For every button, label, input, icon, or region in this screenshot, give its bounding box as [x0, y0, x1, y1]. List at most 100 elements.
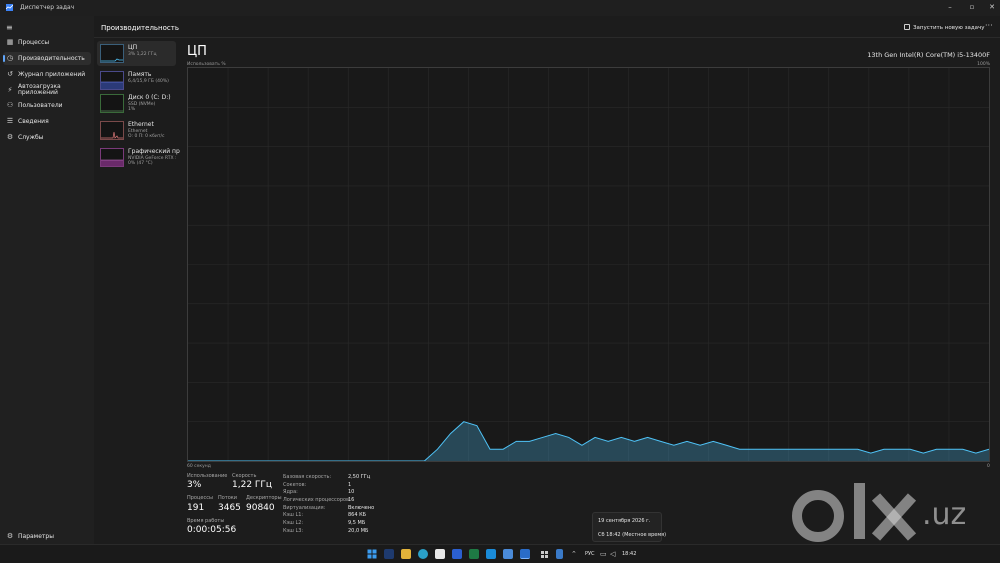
sidebar-item-performance[interactable]: ◷ Производительность	[3, 52, 91, 65]
device-detail: 6,4/15,9 ГБ (40%)	[128, 79, 169, 84]
device-memory[interactable]: Память 6,4/15,9 ГБ (40%)	[97, 68, 176, 93]
list-icon: ☰	[6, 117, 14, 125]
device-detail: О: 0 П: 0 кбит/с	[128, 134, 165, 139]
photos-icon[interactable]	[503, 549, 513, 559]
spec-label: Ядра:	[283, 489, 298, 495]
spec-value: Включено	[348, 505, 375, 511]
spec-label: Кэш L2:	[283, 520, 304, 526]
spec-label: Кэш L3:	[283, 528, 304, 534]
clock[interactable]: 18:42	[622, 551, 636, 557]
device-cpu[interactable]: ЦП 3% 1,22 ГГц	[97, 41, 176, 66]
spec-label: Логических процессоров:	[283, 497, 351, 503]
device-disk[interactable]: Диск 0 (C: D:) SSD (NVMe) 1%	[97, 91, 176, 116]
speed-value: 1,22 ГГц	[232, 480, 273, 490]
device-gpu[interactable]: Графический пр NVIDIA GeForce RTX : 0% (…	[97, 145, 180, 170]
window-title: Диспетчер задач	[20, 4, 75, 11]
task-manager-icon	[6, 4, 13, 11]
task-manager-taskbar-icon[interactable]	[520, 549, 530, 559]
maximize-button[interactable]: ▫	[962, 2, 982, 12]
date-time-flyout: 19 сентября 2026 г. Сб 18:42 (Местное вр…	[592, 512, 666, 542]
edge-icon[interactable]	[418, 549, 428, 559]
threads-label: Потоки	[218, 495, 238, 501]
start-icon[interactable]	[367, 549, 377, 559]
sidebar-item-label: Службы	[18, 134, 44, 141]
spec-value: 2,50 ГГц	[348, 474, 371, 480]
more-options-button[interactable]: ···	[985, 21, 993, 30]
threads-value: 3465	[218, 503, 241, 513]
excel-icon[interactable]	[469, 549, 479, 559]
spec-value: 16	[348, 497, 355, 503]
device-name: Диск 0 (C: D:)	[128, 94, 171, 101]
page-title: Производительность	[101, 24, 179, 32]
processes-label: Процессы	[187, 495, 213, 501]
spec-value: 10	[348, 489, 355, 495]
graph-time-label: 60 секунд	[187, 464, 211, 469]
usage-value: 3%	[187, 480, 202, 490]
minimize-button[interactable]: –	[940, 2, 960, 12]
hamburger-menu-icon[interactable]: ≡	[6, 23, 13, 32]
memory-thumbnail	[100, 71, 124, 90]
sidebar-item-details[interactable]: ☰ Сведения	[3, 115, 91, 128]
performance-icon: ◷	[6, 54, 14, 62]
cpu-model: 13th Gen Intel(R) Core(TM) i5-13400F	[867, 51, 990, 59]
sidebar-item-settings[interactable]: ⚙ Параметры	[3, 530, 91, 541]
users-icon: ⚇	[6, 101, 14, 109]
close-button[interactable]: ✕	[982, 2, 1000, 12]
widgets-icon[interactable]	[556, 549, 563, 559]
uptime-label: Время работы	[187, 518, 225, 524]
volume-icon[interactable]: ◁	[610, 549, 617, 559]
chevron-up-icon[interactable]: ⌃	[571, 549, 578, 559]
sidebar-item-services[interactable]: ⚙ Службы	[3, 131, 91, 144]
spec-value: 1	[348, 482, 352, 488]
run-task-icon	[904, 24, 910, 30]
cpu-usage-graph-svg	[188, 68, 989, 461]
device-detail: 0% (47 °C)	[128, 161, 153, 166]
run-task-label: Запустить новую задачу	[913, 25, 985, 31]
handles-label: Дескрипторы	[246, 495, 282, 501]
services-icon: ⚙	[6, 133, 14, 141]
vpn-app-icon[interactable]	[384, 549, 394, 559]
grid-icon: ▦	[6, 38, 14, 46]
disk-thumbnail	[100, 94, 124, 113]
device-name: Ethernet	[128, 121, 154, 128]
watermark-text: .uz	[922, 497, 967, 532]
network-icon[interactable]: ▭	[600, 549, 607, 559]
startup-icon: ⚡	[7, 86, 13, 94]
store-icon[interactable]	[435, 549, 445, 559]
speed-label: Скорость	[232, 473, 257, 479]
title-bar: Диспетчер задач – ▫ ✕	[0, 0, 1000, 16]
sidebar-item-app-history[interactable]: ↺ Журнал приложений	[3, 68, 91, 81]
device-name: Память	[128, 71, 152, 78]
device-detail: 1%	[128, 107, 136, 112]
cpu-thumbnail	[100, 44, 124, 63]
sidebar-item-processes[interactable]: ▦ Процессы	[3, 36, 91, 49]
sidebar-item-startup[interactable]: ⚡ Автозагрузка приложений	[3, 84, 91, 97]
sidebar-item-users[interactable]: ⚇ Пользователи	[3, 99, 91, 112]
device-ethernet[interactable]: Ethernet Ethernet О: 0 П: 0 кбит/с	[97, 118, 176, 143]
device-detail: 3% 1,22 ГГц	[128, 52, 157, 57]
flyout-time: Сб 18:42 (Местное время)	[598, 532, 667, 538]
apps-icon[interactable]	[541, 549, 548, 559]
gpu-thumbnail	[100, 148, 124, 167]
device-name: Графический пр	[128, 148, 180, 155]
processes-value: 191	[187, 503, 205, 513]
spec-label: Сокетов:	[283, 482, 307, 488]
sidebar-item-label: Автозагрузка приложений	[18, 83, 61, 96]
outlook-icon[interactable]	[486, 549, 496, 559]
word-icon[interactable]	[452, 549, 462, 559]
device-list: ЦП 3% 1,22 ГГц Память 6,4/15,9 ГБ (40%) …	[94, 38, 182, 544]
ethernet-thumbnail	[100, 121, 124, 140]
usage-label: Использование	[187, 473, 228, 479]
spec-label: Виртуализация:	[283, 505, 326, 511]
gear-icon: ⚙	[6, 532, 14, 540]
language-indicator[interactable]: РУС	[585, 551, 595, 557]
spec-value: 864 КБ	[348, 512, 367, 518]
sidebar-item-label: Производительность	[18, 55, 85, 62]
run-new-task-button[interactable]: Запустить новую задачу	[904, 24, 985, 31]
sidebar-item-label: Параметры	[18, 533, 54, 540]
file-explorer-icon[interactable]	[401, 549, 411, 559]
uptime-value: 0:00:05:56	[187, 525, 237, 535]
cpu-usage-graph	[187, 67, 990, 462]
header: Производительность Запустить новую задач…	[94, 16, 1000, 38]
sidebar-item-label: Пользователи	[18, 102, 63, 109]
